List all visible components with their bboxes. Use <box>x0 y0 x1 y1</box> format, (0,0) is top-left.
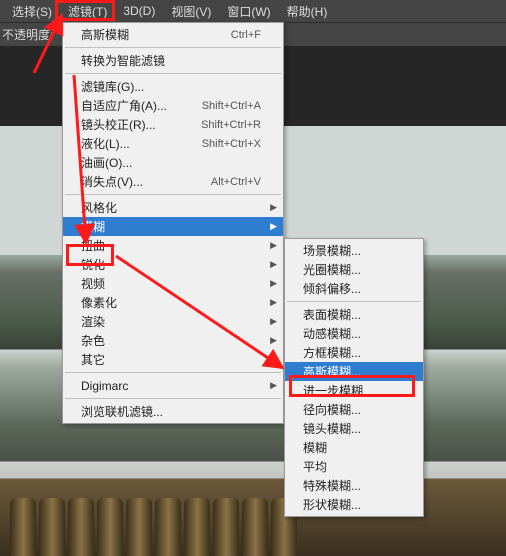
filter-menu-item[interactable]: 自适应广角(A)... Shift+Ctrl+A <box>63 96 283 115</box>
menu-item-help[interactable]: 帮助(H) <box>279 0 336 23</box>
blur-submenu-item-label: 进一步模糊 <box>303 382 363 399</box>
filter-menu-item[interactable]: Digimarc ▶ <box>63 376 283 395</box>
menu-item-filter[interactable]: 滤镜(T) <box>60 0 115 23</box>
filter-menu-item-label: 油画(O)... <box>81 154 132 171</box>
submenu-arrow-icon: ▶ <box>270 335 277 346</box>
filter-menu-separator <box>65 47 281 48</box>
filter-menu-item-label: 渲染 <box>81 313 105 330</box>
blur-submenu-item-label: 高斯模糊... <box>303 363 361 380</box>
menu-item-select[interactable]: 选择(S) <box>4 0 60 23</box>
menu-shortcut: Shift+Ctrl+A <box>202 100 261 112</box>
blur-submenu-item[interactable]: 表面模糊... <box>285 305 423 324</box>
filter-menu-item-label: 镜头校正(R)... <box>81 116 156 133</box>
filter-menu-item-label: 滤镜库(G)... <box>81 78 144 95</box>
menu-item-window[interactable]: 窗口(W) <box>219 0 278 23</box>
blur-submenu-item[interactable]: 平均 <box>285 457 423 476</box>
blur-submenu-item[interactable]: 动感模糊... <box>285 324 423 343</box>
filter-menu-item-label: 锐化 <box>81 256 105 273</box>
filter-menu-separator <box>65 73 281 74</box>
submenu-arrow-icon: ▶ <box>270 259 277 270</box>
blur-submenu-item[interactable]: 镜头模糊... <box>285 419 423 438</box>
filter-menu-item[interactable]: 液化(L)... Shift+Ctrl+X <box>63 134 283 153</box>
filter-menu-item[interactable]: 扭曲 ▶ <box>63 236 283 255</box>
menu-item-3d[interactable]: 3D(D) <box>115 1 163 21</box>
blur-submenu-item[interactable]: 倾斜偏移... <box>285 279 423 298</box>
submenu-arrow-icon: ▶ <box>270 221 277 232</box>
filter-menu-separator <box>65 372 281 373</box>
blur-submenu-item-label: 形状模糊... <box>303 496 361 513</box>
blur-submenu-item[interactable]: 方框模糊... <box>285 343 423 362</box>
filter-menu-item-label: 液化(L)... <box>81 135 130 152</box>
filter-menu-item[interactable]: 锐化 ▶ <box>63 255 283 274</box>
filter-menu-item-label: 模糊 <box>81 218 105 235</box>
blur-submenu-separator <box>287 301 421 302</box>
opacity-label: 不透明度: <box>2 26 53 43</box>
blur-submenu-item-label: 光圈模糊... <box>303 261 361 278</box>
filter-menu-item-label: 像素化 <box>81 294 117 311</box>
filter-menu-item[interactable]: 滤镜库(G)... <box>63 77 283 96</box>
blur-submenu-item[interactable]: 高斯模糊... <box>285 362 423 381</box>
blur-submenu-item[interactable]: 径向模糊... <box>285 400 423 419</box>
blur-submenu-item-label: 模糊 <box>303 439 327 456</box>
raft-graphic <box>10 498 330 556</box>
filter-menu-item[interactable]: 转换为智能滤镜 <box>63 51 283 70</box>
menu-shortcut: Alt+Ctrl+V <box>211 176 261 188</box>
filter-menu-item-label: 扭曲 <box>81 237 105 254</box>
menu-item-view[interactable]: 视图(V) <box>163 0 219 23</box>
submenu-arrow-icon: ▶ <box>270 202 277 213</box>
submenu-arrow-icon: ▶ <box>270 380 277 391</box>
filter-menu-item-label: 自适应广角(A)... <box>81 97 167 114</box>
submenu-arrow-icon: ▶ <box>270 278 277 289</box>
blur-submenu-item-label: 特殊模糊... <box>303 477 361 494</box>
submenu-arrow-icon: ▶ <box>270 354 277 365</box>
blur-submenu: 场景模糊... 光圈模糊... 倾斜偏移... 表面模糊... 动感模糊... 方框模糊.… <box>284 238 424 517</box>
filter-menu-item[interactable]: 模糊 ▶ <box>63 217 283 236</box>
menubar: 选择(S) 滤镜(T) 3D(D) 视图(V) 窗口(W) 帮助(H) <box>0 0 506 22</box>
submenu-arrow-icon: ▶ <box>270 316 277 327</box>
filter-menu-item-label: 风格化 <box>81 199 117 216</box>
filter-menu-item[interactable]: 镜头校正(R)... Shift+Ctrl+R <box>63 115 283 134</box>
filter-menu-item[interactable]: 杂色 ▶ <box>63 331 283 350</box>
filter-menu-separator <box>65 398 281 399</box>
blur-submenu-item[interactable]: 模糊 <box>285 438 423 457</box>
filter-menu-item-label: 浏览联机滤镜... <box>81 403 163 420</box>
filter-menu-item[interactable]: 风格化 ▶ <box>63 198 283 217</box>
blur-submenu-item-label: 场景模糊... <box>303 242 361 259</box>
filter-menu: 高斯模糊 Ctrl+F 转换为智能滤镜滤镜库(G)... 自适应广角(A)... Shi… <box>62 22 284 424</box>
filter-menu-item-label: Digimarc <box>81 379 128 393</box>
menu-shortcut: Ctrl+F <box>231 29 261 41</box>
filter-menu-item[interactable]: 其它 ▶ <box>63 350 283 369</box>
filter-menu-item[interactable]: 高斯模糊 Ctrl+F <box>63 25 283 44</box>
filter-menu-item-label: 其它 <box>81 351 105 368</box>
filter-menu-item-label: 视频 <box>81 275 105 292</box>
filter-menu-item-label: 杂色 <box>81 332 105 349</box>
filter-menu-item[interactable]: 像素化 ▶ <box>63 293 283 312</box>
blur-submenu-item-label: 倾斜偏移... <box>303 280 361 297</box>
menu-shortcut: Shift+Ctrl+R <box>201 119 261 131</box>
blur-submenu-item-label: 镜头模糊... <box>303 420 361 437</box>
submenu-arrow-icon: ▶ <box>270 240 277 251</box>
blur-submenu-item[interactable]: 形状模糊... <box>285 495 423 514</box>
blur-submenu-item-label: 方框模糊... <box>303 344 361 361</box>
filter-menu-item[interactable]: 消失点(V)... Alt+Ctrl+V <box>63 172 283 191</box>
blur-submenu-item-label: 平均 <box>303 458 327 475</box>
blur-submenu-item-label: 径向模糊... <box>303 401 361 418</box>
filter-menu-item-label: 高斯模糊 <box>81 26 129 43</box>
blur-submenu-item-label: 表面模糊... <box>303 306 361 323</box>
blur-submenu-item[interactable]: 场景模糊... <box>285 241 423 260</box>
blur-submenu-item[interactable]: 光圈模糊... <box>285 260 423 279</box>
filter-menu-item[interactable]: 浏览联机滤镜... <box>63 402 283 421</box>
filter-menu-item-label: 消失点(V)... <box>81 173 143 190</box>
filter-menu-item[interactable]: 油画(O)... <box>63 153 283 172</box>
filter-menu-item-label: 转换为智能滤镜 <box>81 52 165 69</box>
menu-shortcut: Shift+Ctrl+X <box>202 138 261 150</box>
blur-submenu-item[interactable]: 特殊模糊... <box>285 476 423 495</box>
filter-menu-item[interactable]: 视频 ▶ <box>63 274 283 293</box>
submenu-arrow-icon: ▶ <box>270 297 277 308</box>
filter-menu-item[interactable]: 渲染 ▶ <box>63 312 283 331</box>
filter-menu-separator <box>65 194 281 195</box>
blur-submenu-item[interactable]: 进一步模糊 <box>285 381 423 400</box>
blur-submenu-item-label: 动感模糊... <box>303 325 361 342</box>
